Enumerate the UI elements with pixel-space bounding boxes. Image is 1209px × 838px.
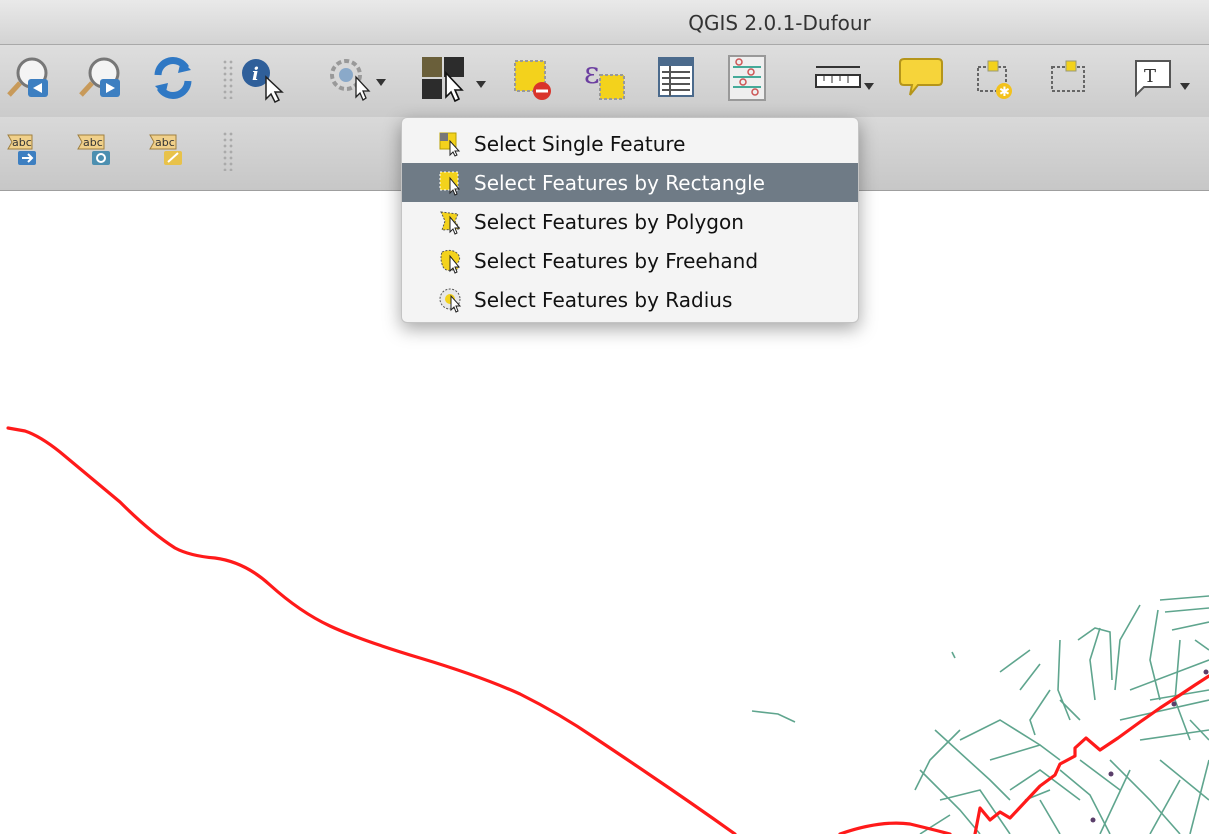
map-tips-icon[interactable] [898,55,944,101]
new-bookmark-icon[interactable]: ✱ [974,57,1018,101]
text-annotation-icon[interactable]: T [1130,55,1196,101]
toolbar-handle[interactable] [222,131,234,171]
svg-text:✱: ✱ [999,85,1010,100]
window-title: QGIS 2.0.1-Dufour [688,11,871,35]
menu-item-label: Select Single Feature [474,131,686,156]
label-tag-text: abc [83,136,103,149]
menu-item-select-features-by-radius[interactable]: Select Features by Radius [402,280,858,319]
menu-item-select-features-by-freehand[interactable]: Select Features by Freehand [402,241,858,280]
label-tag-text: abc [12,136,32,149]
menu-item-label: Select Features by Polygon [474,209,744,234]
label-tag-text: abc [155,136,175,149]
route-line [6,426,1209,836]
svg-text:ε: ε [584,56,600,91]
measure-line-icon[interactable] [812,63,876,97]
deselect-features-icon[interactable] [512,57,556,103]
menu-item-label: Select Features by Rectangle [474,170,765,195]
zoom-next-icon[interactable] [78,55,126,101]
street-network [751,595,1209,835]
select-features-dropdown-icon[interactable] [420,53,490,103]
zoom-last-icon[interactable] [6,55,54,101]
field-calculator-icon[interactable] [726,53,770,103]
select-radius-icon [438,287,464,313]
svg-text:i: i [252,64,259,85]
show-bookmarks-icon[interactable] [1048,57,1092,97]
select-rectangle-icon [438,170,464,196]
select-by-expression-icon[interactable]: ε [582,53,630,103]
select-single-feature-icon [438,131,464,157]
title-bar: QGIS 2.0.1-Dufour [0,0,1209,45]
menu-item-label: Select Features by Freehand [474,248,759,273]
run-feature-action-icon[interactable] [326,57,390,101]
menu-item-select-single-feature[interactable]: Select Single Feature [402,124,858,163]
toolbar-handle[interactable] [222,59,234,99]
change-label-icon[interactable]: abc [148,131,188,167]
show-hide-labels-icon[interactable]: abc [76,131,116,167]
select-features-menu: Select Single Feature Select Features by… [401,117,859,323]
select-polygon-icon [438,209,464,235]
select-freehand-icon [438,248,464,274]
main-toolbar: i ε ✱ T [0,45,1209,117]
svg-text:T: T [1144,66,1156,87]
menu-item-label: Select Features by Radius [474,287,733,312]
pin-labels-icon[interactable]: abc [6,131,42,167]
menu-item-select-features-by-rectangle[interactable]: Select Features by Rectangle [402,163,858,202]
refresh-icon[interactable] [150,55,196,101]
open-attribute-table-icon[interactable] [656,55,696,101]
menu-item-select-features-by-polygon[interactable]: Select Features by Polygon [402,202,858,241]
identify-features-icon[interactable]: i [240,55,290,103]
